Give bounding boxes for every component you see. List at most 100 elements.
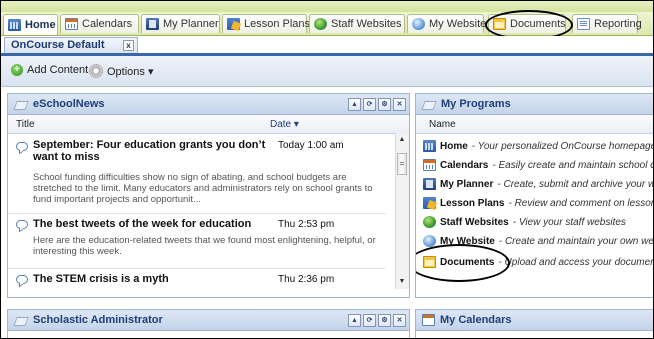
panel-title: My Calendars bbox=[440, 314, 512, 326]
collapse-icon[interactable]: ▲ bbox=[348, 314, 361, 327]
eschoolnews-header: eSchoolNews ▲ ⟳ ⚙ ✕ bbox=[8, 94, 409, 115]
news-title[interactable]: The best tweets of the week for educatio… bbox=[33, 218, 271, 230]
settings-icon[interactable]: ⚙ bbox=[378, 314, 391, 327]
website-icon bbox=[412, 18, 425, 30]
comment-icon bbox=[16, 275, 28, 284]
program-name[interactable]: Calendars bbox=[440, 160, 488, 171]
tab-my-website[interactable]: My Website bbox=[407, 14, 487, 33]
program-item-home[interactable]: Home - Your personalized OnCourse homepa… bbox=[423, 140, 654, 152]
program-name[interactable]: My Planner bbox=[440, 179, 493, 190]
page-tabs: OnCourse Default x bbox=[1, 36, 653, 53]
calendar-icon bbox=[422, 314, 435, 326]
program-desc: - View your staff websites bbox=[512, 216, 626, 228]
tab-my-planner[interactable]: My Planner bbox=[141, 14, 220, 33]
tab-my-planner-label: My Planner bbox=[163, 18, 219, 30]
tab-calendars-label: Calendars bbox=[82, 18, 133, 30]
lesson-plans-icon bbox=[227, 18, 240, 30]
programs-icon bbox=[422, 99, 436, 110]
divider bbox=[8, 213, 386, 214]
subtab-label: OnCourse Default bbox=[11, 39, 105, 51]
news-desc: Here are the education-related tweets th… bbox=[33, 235, 376, 257]
planner-icon bbox=[423, 178, 436, 190]
program-name[interactable]: Lesson Plans bbox=[440, 198, 504, 209]
program-name[interactable]: Staff Websites bbox=[440, 217, 509, 228]
refresh-icon[interactable]: ⟳ bbox=[363, 98, 376, 111]
home-icon bbox=[8, 19, 21, 31]
tag-icon bbox=[14, 315, 28, 326]
close-icon[interactable]: x bbox=[123, 40, 134, 51]
program-item-my-planner[interactable]: My Planner - Create, submit and archive … bbox=[423, 178, 653, 190]
scroll-up-icon[interactable]: ▲ bbox=[397, 135, 407, 145]
close-icon[interactable]: ✕ bbox=[393, 98, 406, 111]
options-button[interactable]: Options ▾ bbox=[89, 64, 154, 78]
divider bbox=[8, 268, 386, 269]
globe-icon bbox=[314, 18, 327, 30]
panel-controls: ▲ ⟳ ⚙ ✕ bbox=[348, 98, 406, 111]
add-content-label: Add Content bbox=[27, 64, 89, 76]
my-calendars-panel: My Calendars bbox=[415, 309, 653, 338]
tab-reporting-label: Reporting bbox=[594, 18, 642, 30]
news-title[interactable]: The STEM crisis is a myth bbox=[33, 273, 271, 285]
panel-title: eSchoolNews bbox=[33, 98, 105, 110]
annotation-ellipse-documents-item bbox=[416, 244, 510, 282]
main-tab-bar: Home Calendars My Planner Lesson Plans S… bbox=[1, 10, 653, 40]
comment-icon bbox=[16, 220, 28, 229]
app-frame: Home Calendars My Planner Lesson Plans S… bbox=[0, 0, 654, 339]
scholastic-administrator-panel: Scholastic Administrator ▲ ⟳ ⚙ ✕ bbox=[7, 309, 410, 338]
program-item-staff-websites[interactable]: Staff Websites - View your staff website… bbox=[423, 216, 626, 228]
close-icon[interactable]: ✕ bbox=[393, 314, 406, 327]
tab-my-website-label: My Website bbox=[429, 18, 487, 30]
program-desc: - Create and maintain your own web bbox=[498, 235, 654, 247]
news-date: Today 1:00 am bbox=[278, 140, 344, 151]
programs-column-header: Name bbox=[416, 115, 653, 134]
program-desc: - Your personalized OnCourse homepage bbox=[471, 140, 654, 152]
program-name[interactable]: Home bbox=[440, 141, 468, 152]
tab-home[interactable]: Home bbox=[3, 14, 58, 35]
globe-icon bbox=[423, 216, 436, 228]
calendar-icon bbox=[65, 18, 78, 30]
comment-icon bbox=[16, 142, 28, 151]
program-item-lesson-plans[interactable]: Lesson Plans - Review and comment on les… bbox=[423, 197, 654, 209]
tab-home-label: Home bbox=[25, 19, 56, 31]
column-title[interactable]: Title bbox=[16, 119, 35, 130]
my-programs-header: My Programs bbox=[416, 94, 653, 115]
news-title[interactable]: September: Four education grants you don… bbox=[33, 139, 271, 163]
my-programs-panel: My Programs Name Home - Your personalize… bbox=[415, 93, 654, 298]
panel-title: My Programs bbox=[441, 98, 511, 110]
tab-lesson-plans-label: Lesson Plans bbox=[244, 18, 311, 30]
settings-icon[interactable]: ⚙ bbox=[378, 98, 391, 111]
add-icon: + bbox=[11, 64, 23, 76]
program-desc: - Easily create and maintain school c bbox=[492, 159, 654, 171]
eschoolnews-panel: eSchoolNews ▲ ⟳ ⚙ ✕ Title Date ▾ Septemb… bbox=[7, 93, 410, 298]
panel-title: Scholastic Administrator bbox=[33, 314, 163, 326]
news-date: Thu 2:53 pm bbox=[278, 219, 335, 230]
collapse-icon[interactable]: ▲ bbox=[348, 98, 361, 111]
gear-icon bbox=[89, 64, 103, 78]
tag-icon bbox=[14, 99, 28, 110]
program-item-calendars[interactable]: Calendars - Easily create and maintain s… bbox=[423, 159, 654, 171]
website-icon bbox=[423, 235, 436, 247]
calendar-icon bbox=[423, 159, 436, 171]
tab-staff-websites[interactable]: Staff Websites bbox=[309, 14, 405, 33]
tab-calendars[interactable]: Calendars bbox=[60, 14, 139, 33]
content-toolbar: + Add Content Options ▾ bbox=[1, 56, 653, 87]
news-scrollbar[interactable]: ▲ ▼ bbox=[395, 133, 409, 289]
add-content-button[interactable]: + Add Content bbox=[11, 64, 88, 76]
program-desc: - Upload and access your documen bbox=[498, 256, 654, 268]
scholastic-header: Scholastic Administrator ▲ ⟳ ⚙ ✕ bbox=[8, 310, 409, 331]
column-name[interactable]: Name bbox=[429, 119, 456, 130]
refresh-icon[interactable]: ⟳ bbox=[363, 314, 376, 327]
tab-reporting[interactable]: Reporting bbox=[572, 14, 642, 33]
tab-oncourse-default[interactable]: OnCourse Default x bbox=[4, 37, 138, 53]
options-label: Options ▾ bbox=[107, 65, 154, 78]
panel-controls: ▲ ⟳ ⚙ ✕ bbox=[348, 314, 406, 327]
my-calendars-header: My Calendars bbox=[416, 310, 653, 331]
scroll-thumb[interactable] bbox=[397, 153, 407, 175]
program-desc: - Review and comment on lesson bbox=[508, 197, 654, 209]
news-date: Thu 2:36 pm bbox=[278, 274, 335, 285]
report-icon bbox=[577, 18, 590, 30]
planner-icon bbox=[146, 18, 159, 30]
scroll-down-icon[interactable]: ▼ bbox=[397, 277, 407, 287]
column-date[interactable]: Date ▾ bbox=[270, 119, 299, 130]
tab-lesson-plans[interactable]: Lesson Plans bbox=[222, 14, 311, 33]
